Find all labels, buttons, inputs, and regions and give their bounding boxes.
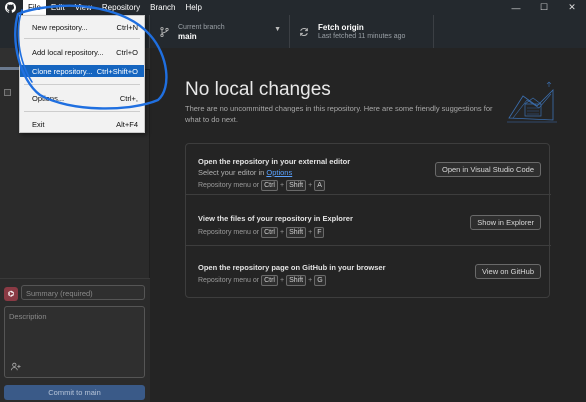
menu-divider (24, 38, 140, 39)
menu-item-label: Exit (32, 119, 45, 129)
sync-icon (298, 26, 310, 38)
suggestion-description-text: Select your editor in (198, 168, 267, 177)
description-field[interactable]: Description (4, 306, 145, 378)
commit-panel: ⌬ Summary (required) Description Commit … (0, 278, 150, 402)
main-content: No local changes There are no uncommitte… (151, 48, 586, 402)
menu-item-shortcut: Ctrl+N (116, 22, 138, 32)
key-ctrl: Ctrl (261, 180, 278, 191)
branch-name: main (178, 31, 197, 41)
menu-item-shortcut: Ctrl+Shift+O (96, 66, 138, 76)
menu-item-label: Add local repository... (32, 47, 104, 57)
branch-icon (158, 26, 170, 38)
shortcut-hint: Repository menu or Ctrl + Shift + A (198, 180, 325, 191)
open-in-editor-button[interactable]: Open in Visual Studio Code (434, 162, 541, 177)
shortcut-hint: Repository menu or Ctrl + Shift + G (198, 275, 326, 286)
suggestion-title: View the files of your repository in Exp… (198, 214, 353, 223)
menu-divider (24, 84, 140, 85)
menu-item-label: Clone repository... (32, 66, 93, 76)
menu-help[interactable]: Help (181, 0, 207, 15)
key-shift: Shift (286, 227, 307, 238)
view-on-github-button[interactable]: View on GitHub (475, 264, 541, 279)
shortcut-hint-text: Repository menu or (198, 277, 260, 284)
commit-button[interactable]: Commit to main (4, 385, 145, 400)
close-icon[interactable]: ✕ (558, 0, 586, 15)
summary-input[interactable]: Summary (required) (21, 285, 145, 300)
menu-divider (24, 111, 140, 112)
menu-view[interactable]: View (70, 0, 97, 15)
shortcut-hint-text: Repository menu or (198, 182, 260, 189)
menu-branch[interactable]: Branch (145, 0, 180, 15)
chevron-down-icon: ▼ (274, 26, 281, 33)
show-in-explorer-button[interactable]: Show in Explorer (470, 215, 541, 230)
key-shift: Shift (286, 275, 307, 286)
suggestions-card: Open the repository in your external edi… (185, 143, 551, 298)
menu-item-new-repository[interactable]: New repository... Ctrl+N (20, 21, 144, 33)
page-subtitle: There are no uncommitted changes in this… (185, 104, 493, 124)
key-ctrl: Ctrl (261, 227, 278, 238)
menu-edit[interactable]: Edit (46, 0, 70, 15)
menu-item-label: New repository... (32, 22, 88, 32)
suggestion-title: Open the repository in your external edi… (198, 157, 351, 166)
key-g: G (314, 275, 326, 286)
menu-repository[interactable]: Repository (97, 0, 145, 15)
menu-item-options[interactable]: Options... Ctrl+, (20, 92, 144, 104)
shortcut-hint-text: Repository menu or (198, 229, 260, 236)
github-logo-icon (3, 1, 17, 15)
menu-bar: File Edit View Repository Branch Help (23, 0, 207, 15)
shortcut-hint: Repository menu or Ctrl + Shift + F (198, 227, 325, 238)
key-shift: Shift (286, 180, 307, 191)
maximize-icon[interactable]: ☐ (530, 0, 558, 15)
key-a: A (314, 180, 325, 191)
suggestion-title: Open the repository page on GitHub in yo… (198, 263, 386, 272)
minimize-icon[interactable]: — (502, 0, 530, 15)
menu-item-exit[interactable]: Exit Alt+F4 (20, 118, 144, 130)
toolbar-empty-area (434, 15, 586, 48)
title-bar: File Edit View Repository Branch Help — … (0, 0, 586, 15)
fetch-origin-button[interactable]: Fetch origin Last fetched 11 minutes ago (290, 15, 434, 48)
suggestion-description: Select your editor in Options (198, 168, 292, 177)
menu-item-shortcut: Alt+F4 (116, 119, 138, 129)
menu-item-shortcut: Ctrl+, (119, 93, 138, 103)
menu-item-shortcut: Ctrl+O (116, 47, 138, 57)
menu-file[interactable]: File (23, 0, 46, 15)
page-title: No local changes (185, 79, 331, 100)
fetch-subtitle: Last fetched 11 minutes ago (318, 32, 406, 40)
menu-item-add-local-repository[interactable]: Add local repository... Ctrl+O (20, 46, 144, 58)
add-coauthor-icon[interactable] (11, 362, 21, 373)
file-menu-dropdown: New repository... Ctrl+N Add local repos… (19, 15, 145, 133)
branch-label: Current branch (178, 23, 225, 31)
description-placeholder: Description (9, 312, 47, 321)
key-ctrl: Ctrl (261, 275, 278, 286)
select-all-checkbox[interactable] (4, 89, 11, 96)
key-f: F (314, 227, 325, 238)
options-link[interactable]: Options (266, 168, 292, 177)
empty-state-illustration-icon (507, 81, 557, 123)
avatar: ⌬ (4, 287, 18, 301)
suggestion-open-editor: Open the repository in your external edi… (186, 144, 551, 195)
window-controls: — ☐ ✕ (502, 0, 586, 15)
suggestion-show-explorer: View the files of your repository in Exp… (186, 195, 551, 246)
fetch-title: Fetch origin (318, 22, 364, 32)
menu-item-label: Options... (32, 93, 65, 103)
current-branch-button[interactable]: Current branch main ▼ (150, 15, 290, 48)
suggestion-view-github: Open the repository page on GitHub in yo… (186, 246, 551, 297)
menu-item-clone-repository[interactable]: Clone repository... Ctrl+Shift+O (20, 65, 144, 77)
